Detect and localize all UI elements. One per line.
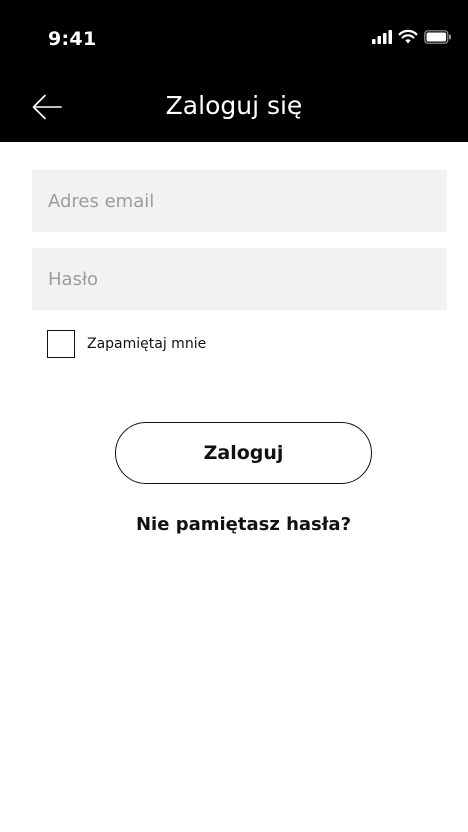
forgot-password-link[interactable]: Nie pamiętasz hasła?	[0, 514, 468, 535]
remember-me-row[interactable]: Zapamiętaj mnie	[47, 330, 206, 358]
login-button[interactable]: Zaloguj	[115, 422, 372, 484]
battery-icon	[424, 29, 452, 49]
app-header: 9:41 Zaloguj się	[0, 0, 468, 142]
email-input[interactable]	[32, 170, 447, 232]
cellular-signal-icon	[372, 29, 392, 49]
page-title: Zaloguj się	[165, 91, 303, 120]
password-field[interactable]	[32, 248, 447, 310]
password-input[interactable]	[32, 248, 447, 310]
status-icons	[372, 29, 452, 49]
status-time: 9:41	[48, 28, 97, 50]
remember-me-checkbox[interactable]	[47, 330, 75, 358]
remember-me-label: Zapamiętaj mnie	[87, 336, 207, 352]
email-field[interactable]	[32, 170, 447, 232]
wifi-icon	[398, 29, 418, 49]
